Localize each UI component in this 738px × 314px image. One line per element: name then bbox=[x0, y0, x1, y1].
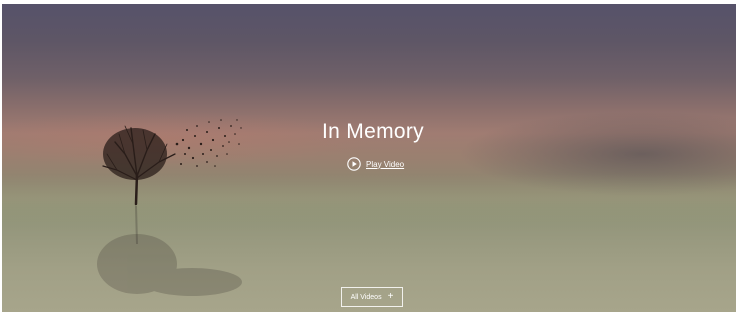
plus-icon: + bbox=[387, 291, 394, 302]
hero-banner: In Memory Play Video All Videos + bbox=[2, 4, 736, 312]
page: In Memory Play Video All Videos + bbox=[0, 0, 738, 314]
play-video-link[interactable]: Play Video bbox=[366, 160, 404, 169]
page-title: In Memory bbox=[322, 120, 424, 143]
all-videos-button[interactable]: All Videos + bbox=[341, 287, 403, 307]
play-circle-icon[interactable] bbox=[347, 157, 361, 171]
play-video-control[interactable]: Play Video bbox=[347, 156, 404, 172]
all-videos-label: All Videos bbox=[350, 293, 382, 301]
